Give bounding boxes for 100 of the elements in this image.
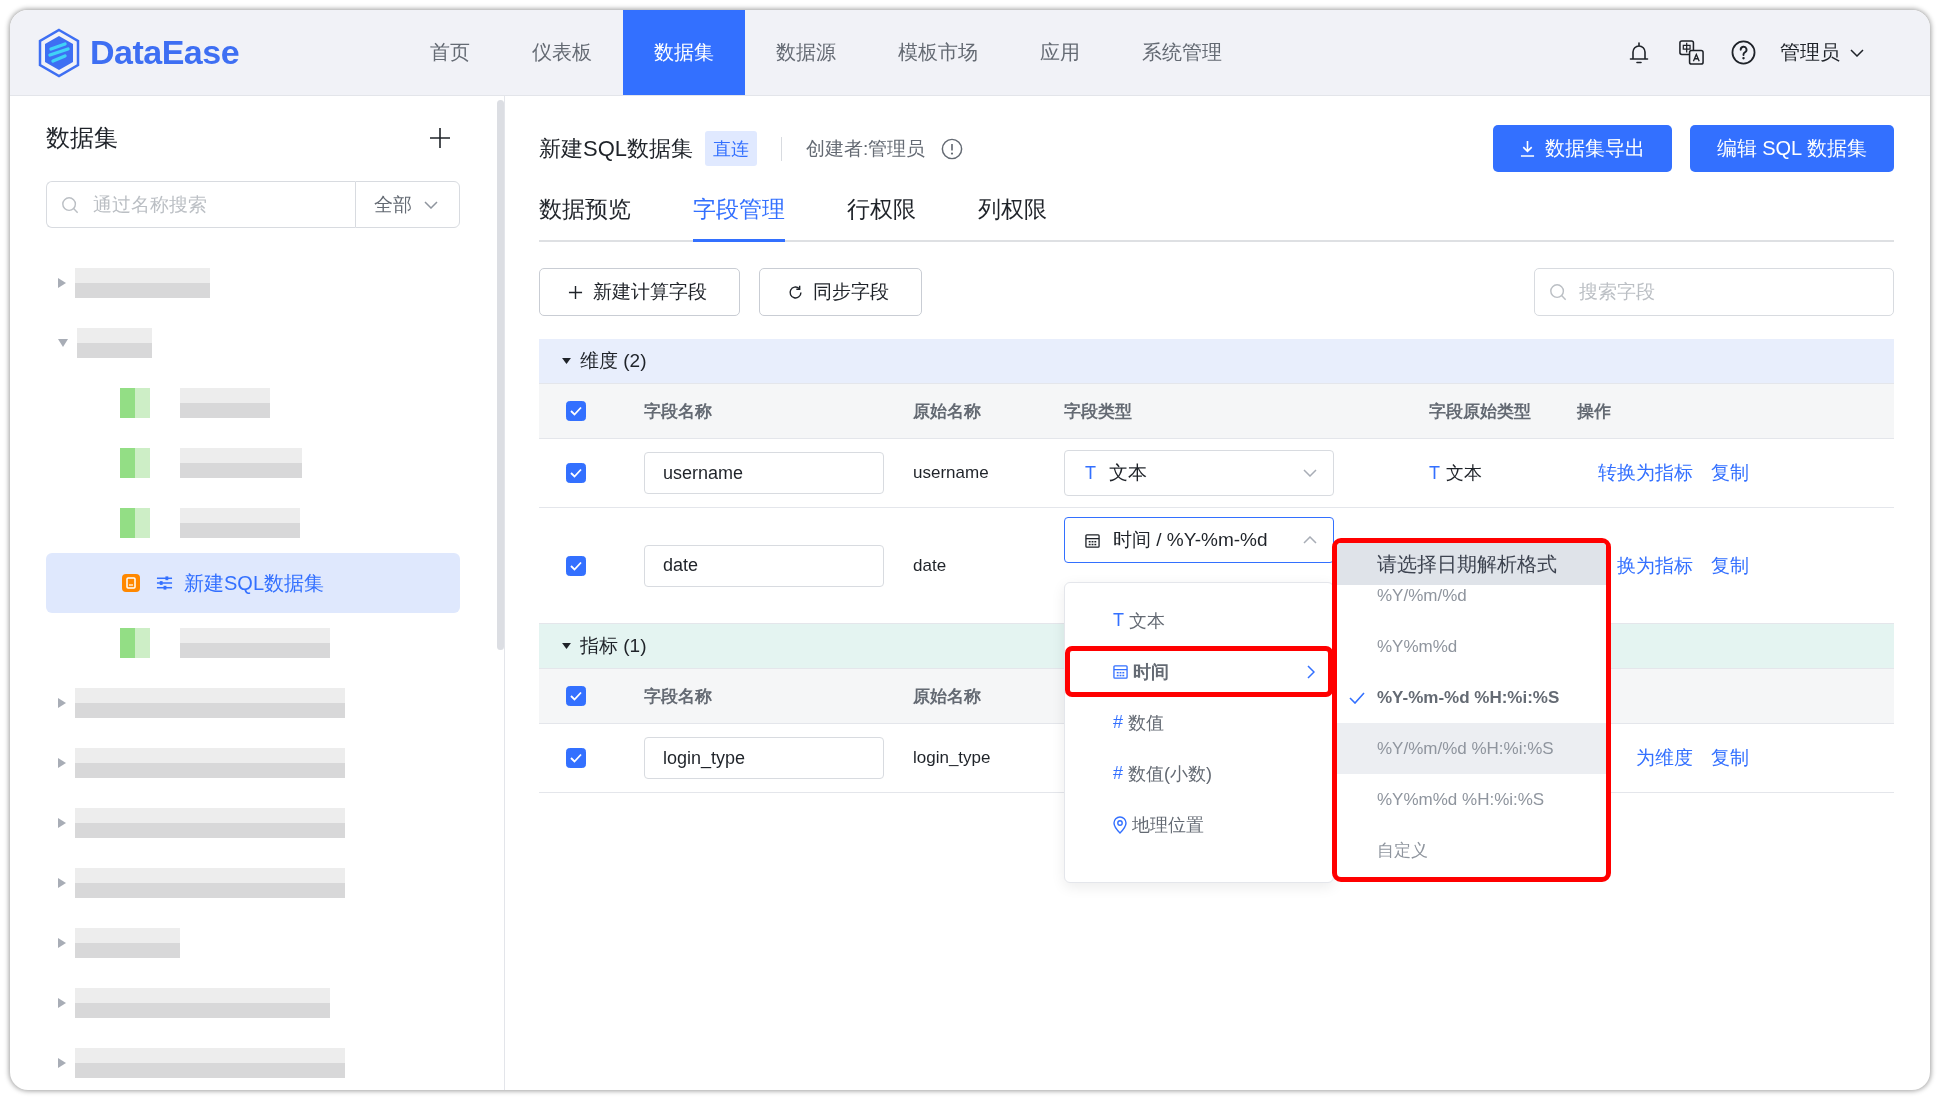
bell-icon[interactable] bbox=[1628, 40, 1650, 65]
tab[interactable]: 列权限 bbox=[978, 180, 1047, 242]
field-name-input[interactable]: username bbox=[644, 452, 884, 494]
field-name-input[interactable]: login_type bbox=[644, 737, 884, 779]
blurred-icon bbox=[120, 508, 150, 538]
translate-icon[interactable] bbox=[1678, 39, 1705, 66]
document-icon bbox=[122, 574, 140, 592]
type-symbol: T bbox=[1429, 462, 1440, 484]
caret-right-icon[interactable] bbox=[57, 877, 67, 889]
nav-item[interactable]: 首页 bbox=[399, 10, 501, 95]
caret-right-icon[interactable] bbox=[57, 817, 67, 829]
blurred-icon bbox=[120, 448, 150, 478]
submenu-header: 请选择日期解析格式 bbox=[1337, 543, 1606, 585]
type-symbol: # bbox=[1113, 712, 1123, 733]
caret-right-icon[interactable] bbox=[57, 937, 67, 949]
tab[interactable]: 数据预览 bbox=[539, 180, 631, 242]
tab[interactable]: 行权限 bbox=[847, 180, 916, 242]
section-header[interactable]: 维度 (2) bbox=[539, 339, 1894, 383]
action-link[interactable]: 复制 bbox=[1711, 745, 1749, 771]
menu-item[interactable]: # 数值 bbox=[1065, 697, 1333, 748]
caret-down-icon[interactable] bbox=[561, 357, 572, 365]
caret-right-icon[interactable] bbox=[57, 697, 67, 709]
blurred-icon bbox=[120, 628, 150, 658]
table-cell: username bbox=[913, 463, 989, 483]
sync-icon bbox=[788, 284, 803, 300]
menu-option[interactable]: %Y/%m/%d bbox=[1337, 585, 1606, 621]
menu-option[interactable]: 自定义 bbox=[1337, 825, 1606, 876]
type-symbol: # bbox=[1113, 763, 1123, 784]
info-icon[interactable] bbox=[941, 137, 964, 160]
column-header: 字段名称 bbox=[644, 685, 712, 708]
nav-item[interactable]: 仪表板 bbox=[501, 10, 623, 95]
filter-dropdown[interactable]: 全部 bbox=[355, 181, 460, 228]
checkbox[interactable] bbox=[566, 686, 586, 706]
type-select[interactable]: 时间 / %Y-%m-%d bbox=[1064, 517, 1334, 563]
section-title: 指标 (1) bbox=[580, 634, 647, 658]
add-field-button[interactable]: 新建计算字段 bbox=[539, 268, 740, 316]
connection-tag: 直连 bbox=[705, 131, 758, 166]
action-link[interactable]: 复制 bbox=[1711, 552, 1749, 579]
creator-text: 创建者:管理员 bbox=[806, 136, 926, 161]
tree-item[interactable]: 新建SQL数据集 bbox=[46, 553, 460, 613]
caret-right-icon[interactable] bbox=[57, 277, 67, 289]
download-icon bbox=[1519, 140, 1535, 157]
calendar-icon bbox=[1085, 532, 1100, 548]
scrollbar[interactable] bbox=[497, 100, 504, 650]
blurred-icon bbox=[120, 388, 150, 418]
search-icon bbox=[1549, 283, 1567, 301]
checkbox[interactable] bbox=[566, 401, 586, 421]
field-name-input[interactable]: date bbox=[644, 544, 884, 587]
search-field[interactable]: 通过名称搜索 bbox=[46, 181, 355, 228]
tab[interactable]: 字段管理 bbox=[693, 180, 785, 242]
nav-item[interactable]: 应用 bbox=[1009, 10, 1111, 95]
menu-option[interactable]: %Y/%m/%d %H:%i:%S bbox=[1337, 723, 1606, 774]
plus-icon[interactable] bbox=[429, 127, 451, 149]
chevron-down-icon bbox=[1850, 48, 1864, 57]
checkbox[interactable] bbox=[566, 748, 586, 768]
checkbox[interactable] bbox=[566, 555, 586, 576]
column-header: 原始名称 bbox=[913, 400, 981, 423]
user-menu[interactable]: 管理员 bbox=[1780, 39, 1864, 66]
sliders-icon bbox=[156, 575, 173, 591]
export-button[interactable]: 数据集导出 bbox=[1492, 125, 1672, 172]
caret-right-icon[interactable] bbox=[57, 997, 67, 1009]
table-cell: login_type bbox=[913, 748, 991, 768]
sync-fields-button[interactable]: 同步字段 bbox=[759, 268, 922, 316]
column-header: 操作 bbox=[1577, 400, 1611, 423]
type-symbol: T bbox=[1085, 462, 1096, 484]
menu-item[interactable]: 地理位置 bbox=[1065, 799, 1333, 850]
table-cell: date bbox=[913, 555, 947, 576]
dataset-title: 新建SQL数据集 bbox=[539, 134, 694, 163]
chevron-down-icon bbox=[1303, 469, 1317, 477]
calendar-icon bbox=[1113, 664, 1128, 679]
nav-item[interactable]: 数据源 bbox=[745, 10, 867, 95]
help-icon[interactable] bbox=[1731, 40, 1756, 65]
search-field[interactable]: 搜索字段 bbox=[1534, 268, 1894, 316]
type-select[interactable]: T 文本 bbox=[1064, 450, 1334, 496]
column-header: 原始名称 bbox=[913, 685, 981, 708]
column-header: 字段原始类型 bbox=[1429, 400, 1531, 423]
caret-down-icon[interactable] bbox=[561, 642, 572, 650]
nav-item[interactable]: 数据集 bbox=[623, 10, 745, 95]
menu-option[interactable]: %Y-%m-%d %H:%i:%S bbox=[1337, 672, 1606, 723]
location-pin-icon bbox=[1113, 815, 1127, 834]
menu-item[interactable]: # 数值(小数) bbox=[1065, 748, 1333, 799]
chevron-down-icon bbox=[424, 200, 438, 209]
logo-text: DataEase bbox=[90, 33, 240, 72]
table-cell-text: 文本 bbox=[1446, 462, 1482, 485]
action-link[interactable]: 复制 bbox=[1711, 460, 1749, 486]
checkbox[interactable] bbox=[566, 463, 586, 483]
menu-item[interactable]: 时间 bbox=[1065, 646, 1333, 697]
column-header: 字段名称 bbox=[644, 400, 712, 423]
action-link[interactable]: 转换为指标 bbox=[1598, 460, 1693, 486]
caret-right-icon[interactable] bbox=[57, 757, 67, 769]
nav-item[interactable]: 系统管理 bbox=[1111, 10, 1253, 95]
action-link[interactable]: 为维度 bbox=[1636, 745, 1693, 771]
edit-sql-button[interactable]: 编辑 SQL 数据集 bbox=[1689, 125, 1894, 172]
action-link[interactable]: 换为指标 bbox=[1617, 552, 1693, 579]
sidebar-title: 数据集 bbox=[46, 123, 118, 153]
nav-item[interactable]: 模板市场 bbox=[867, 10, 1009, 95]
menu-option[interactable]: %Y%m%d %H:%i:%S bbox=[1337, 774, 1606, 825]
logo-icon bbox=[37, 26, 81, 79]
search-icon bbox=[61, 195, 79, 214]
caret-right-icon[interactable] bbox=[57, 1057, 67, 1069]
